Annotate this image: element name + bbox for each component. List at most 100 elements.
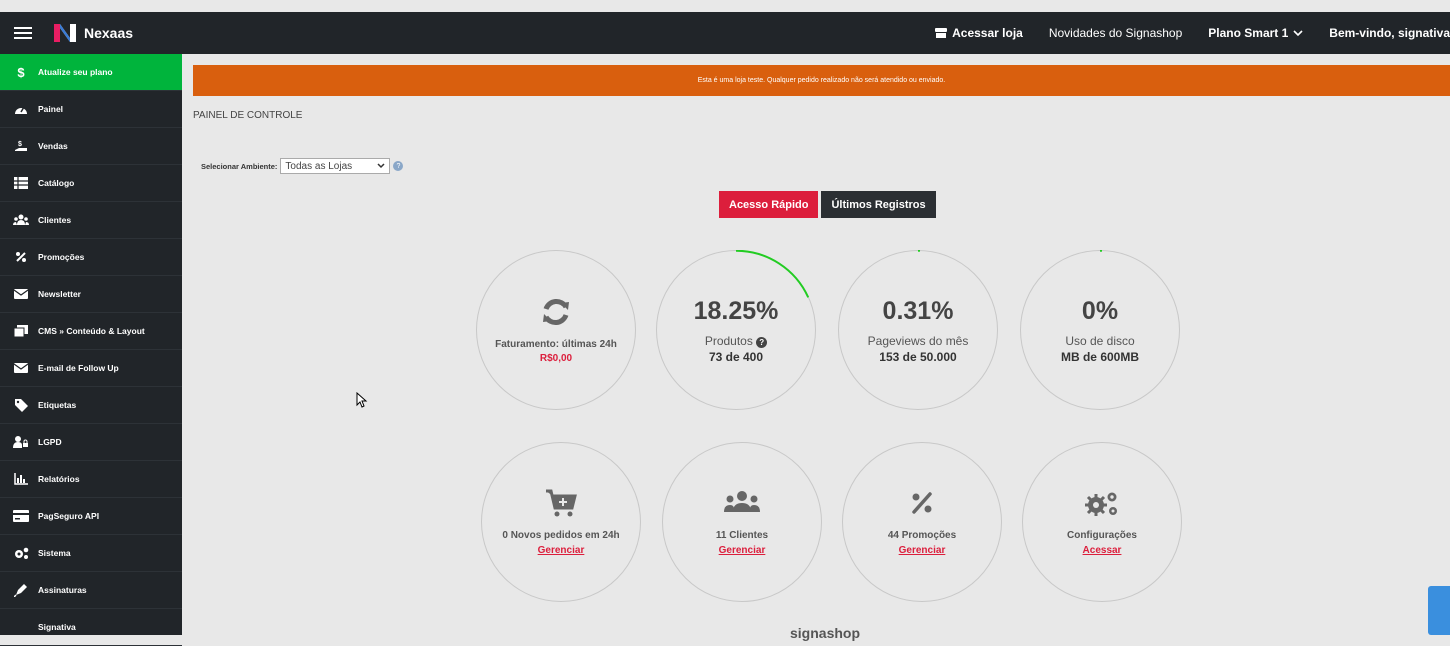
gears-icon <box>1083 488 1121 518</box>
top-navbar: Nexaas Acessar loja Novidades do Signash… <box>0 12 1450 54</box>
sidebar-item-label: Relatórios <box>38 474 80 484</box>
revenue-card: Faturamento: últimas 24h R$0,00 <box>476 250 636 410</box>
sidebar-item-label: LGPD <box>38 437 62 447</box>
sidebar-item-sistema[interactable]: Sistema <box>0 535 182 572</box>
dashboard-icon <box>12 102 30 116</box>
settings-access-link[interactable]: Acessar <box>1083 545 1122 556</box>
sidebar-item-newsletter[interactable]: Newsletter <box>0 276 182 313</box>
help-icon[interactable]: ? <box>393 161 403 171</box>
sidebar-item-assinaturas[interactable]: Assinaturas <box>0 572 182 609</box>
chart-icon <box>12 472 30 486</box>
chat-widget-button[interactable] <box>1428 586 1450 635</box>
sidebar-item-label: Atualize seu plano <box>38 67 113 77</box>
pageviews-progress-arc <box>838 250 998 410</box>
svg-text:$: $ <box>18 141 22 148</box>
sidebar: $ Atualize seu plano Painel $ Vendas Catálo… <box>0 54 182 635</box>
sidebar-item-label: CMS » Conteúdo & Layout <box>38 326 145 336</box>
pageviews-card: 0.31% Pageviews do mês 153 de 50.000 <box>838 250 998 410</box>
card-icon <box>12 509 30 523</box>
catalog-icon <box>12 176 30 190</box>
store-link-label: Acessar loja <box>952 26 1023 40</box>
store-icon <box>935 28 947 38</box>
clients-label: 11 Clientes <box>716 530 768 541</box>
sidebar-item-label: Promoções <box>38 252 84 262</box>
tag-icon <box>12 398 30 412</box>
blank-icon <box>12 620 30 634</box>
settings-card: Configurações Acessar <box>1022 442 1182 602</box>
mouse-cursor-icon <box>356 392 368 408</box>
sidebar-item-label: Signativa <box>38 622 76 632</box>
sidebar-item-label: Clientes <box>38 215 71 225</box>
environment-select[interactable]: Todas as Lojas <box>280 158 390 174</box>
sidebar-item-label: Sistema <box>38 548 71 558</box>
disk-usage-card: 0% Uso de disco MB de 600MB <box>1020 250 1180 410</box>
sidebar-item-label: Vendas <box>38 141 68 151</box>
promotions-manage-link[interactable]: Gerenciar <box>899 545 946 556</box>
brand-name: Nexaas <box>84 25 133 41</box>
sales-icon: $ <box>12 139 30 153</box>
store-link[interactable]: Acessar loja <box>935 26 1023 40</box>
orders-manage-link[interactable]: Gerenciar <box>538 545 585 556</box>
gears-icon <box>12 546 30 560</box>
users-icon <box>722 488 762 518</box>
sidebar-item-upgrade[interactable]: $ Atualize seu plano <box>0 54 182 91</box>
sidebar-item-etiquetas[interactable]: Etiquetas <box>0 387 182 424</box>
revenue-label: Faturamento: últimas 24h <box>495 339 617 350</box>
sidebar-item-painel[interactable]: Painel <box>0 91 182 128</box>
sidebar-item-lgpd[interactable]: LGPD <box>0 424 182 461</box>
dashboard-tabs: Acesso Rápido Últimos Registros <box>719 191 936 218</box>
sidebar-item-label: PagSeguro API <box>38 511 99 521</box>
environment-label: Selecionar Ambiente: <box>201 162 277 171</box>
tab-latest-records[interactable]: Últimos Registros <box>821 191 935 218</box>
percent-icon <box>12 250 30 264</box>
environment-selector: Selecionar Ambiente: Todas as Lojas ? <box>201 158 403 174</box>
sidebar-item-label: Etiquetas <box>38 400 76 410</box>
sidebar-item-relat-rios[interactable]: Relatórios <box>0 461 182 498</box>
sidebar-item-promo-es[interactable]: Promoções <box>0 239 182 276</box>
orders-card: 0 Novos pedidos em 24h Gerenciar <box>481 442 641 602</box>
welcome-user[interactable]: Bem-vindo, signativa <box>1329 26 1450 40</box>
sidebar-item-label: Painel <box>38 104 63 114</box>
envelope-icon <box>12 361 30 375</box>
clients-manage-link[interactable]: Gerenciar <box>719 545 766 556</box>
orders-label: 0 Novos pedidos em 24h <box>502 530 619 541</box>
sidebar-item-cat-logo[interactable]: Catálogo <box>0 165 182 202</box>
news-link-label: Novidades do Signashop <box>1049 26 1182 40</box>
sidebar-item-e-mail-de-follow-up[interactable]: E-mail de Follow Up <box>0 350 182 387</box>
sidebar-item-label: E-mail de Follow Up <box>38 363 119 373</box>
percent-icon <box>907 488 937 518</box>
plan-label: Plano Smart 1 <box>1208 26 1288 40</box>
page-title: PAINEL DE CONTROLE <box>193 110 302 121</box>
products-card: 18.25% Produtos ? 73 de 400 <box>656 250 816 410</box>
news-link[interactable]: Novidades do Signashop <box>1049 26 1182 40</box>
promotions-card: 44 Promoções Gerenciar <box>842 442 1002 602</box>
sidebar-item-cms-conte-do-layout[interactable]: CMS » Conteúdo & Layout <box>0 313 182 350</box>
footer-brand: signashop <box>790 625 860 641</box>
sidebar-item-clientes[interactable]: Clientes <box>0 202 182 239</box>
dollar-icon: $ <box>12 65 30 79</box>
sidebar-item-label: Newsletter <box>38 289 81 299</box>
promotions-label: 44 Promoções <box>888 530 956 541</box>
sidebar-item-vendas[interactable]: $ Vendas <box>0 128 182 165</box>
chevron-down-icon <box>1293 30 1303 37</box>
users-icon <box>12 213 30 227</box>
chevron-down-icon <box>377 163 385 169</box>
clients-card: 11 Clientes Gerenciar <box>662 442 822 602</box>
sidebar-item-signativa[interactable]: Signativa <box>0 609 182 646</box>
environment-value: Todas as Lojas <box>285 161 352 172</box>
cms-icon <box>12 324 30 338</box>
main-content: Esta é uma loja teste. Qualquer pedido r… <box>182 54 1450 635</box>
user-lock-icon <box>12 435 30 449</box>
sidebar-item-label: Assinaturas <box>38 585 87 595</box>
revenue-value: R$0,00 <box>540 353 572 364</box>
sidebar-item-pagseguro-api[interactable]: PagSeguro API <box>0 498 182 535</box>
hamburger-menu-icon[interactable] <box>14 27 32 39</box>
pen-icon <box>12 583 30 597</box>
settings-label: Configurações <box>1067 530 1137 541</box>
plan-dropdown[interactable]: Plano Smart 1 <box>1208 26 1303 40</box>
test-store-alert: Esta é uma loja teste. Qualquer pedido r… <box>193 65 1450 96</box>
tab-quick-access[interactable]: Acesso Rápido <box>719 191 818 218</box>
products-progress-arc <box>656 250 816 410</box>
brand-logo[interactable]: Nexaas <box>52 22 133 44</box>
welcome-label: Bem-vindo, signativa <box>1329 26 1450 40</box>
